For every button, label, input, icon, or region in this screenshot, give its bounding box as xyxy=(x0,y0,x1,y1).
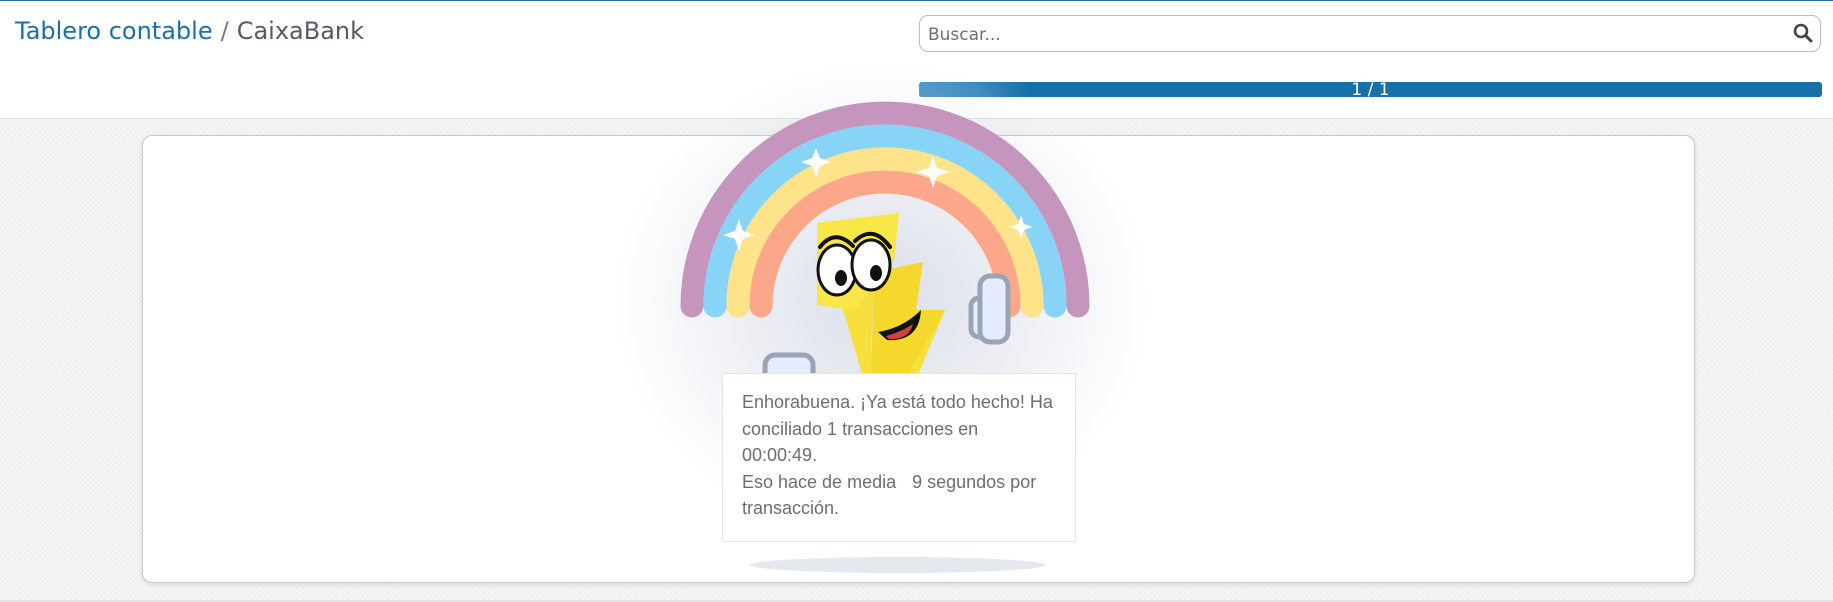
message-line-4: transacción. xyxy=(742,498,840,518)
breadcrumb-link-tablero-contable[interactable]: Tablero contable xyxy=(15,17,213,45)
message-line-3a: Eso hace de media xyxy=(742,471,897,492)
message-line-2: conciliado 1 transacciones en 00:00:49. xyxy=(742,418,979,466)
breadcrumb: Tablero contable / CaixaBank xyxy=(15,17,364,45)
message-line-3b: 9 segundos por xyxy=(912,471,1037,492)
pager-value[interactable]: 1 / 1 xyxy=(919,82,1822,97)
search-icon[interactable] xyxy=(1792,22,1814,44)
reconciliation-success-message: Enhorabuena. ¡Ya está todo hecho! Ha con… xyxy=(722,373,1076,542)
rainbow-lightning-mascot-illustration xyxy=(675,100,1095,400)
message-line-1: Enhorabuena. ¡Ya está todo hecho! Ha xyxy=(742,392,1053,412)
breadcrumb-current-page: CaixaBank xyxy=(236,17,365,45)
search-bar xyxy=(919,15,1821,52)
pager-progress-bar: 1 / 1 xyxy=(919,82,1822,97)
search-input[interactable] xyxy=(926,21,1780,49)
thumbs-up-glove-icon xyxy=(968,273,1011,345)
breadcrumb-separator: / xyxy=(220,17,229,45)
ground-shadow xyxy=(750,557,1046,573)
